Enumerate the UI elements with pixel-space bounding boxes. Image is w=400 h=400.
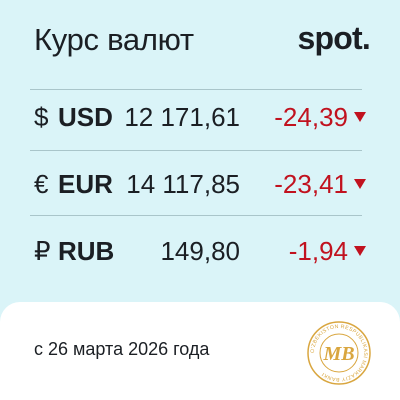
header: Курс валют spot. [0,0,400,90]
central-bank-seal-icon: O'ZBEKISTON RESPUBLIKASI MARKAZIY BANKI … [307,321,371,385]
exchange-rate: 149,80 [160,236,240,266]
logo-dot: . [361,20,371,56]
currency-code: USD [58,102,113,132]
currency-code: EUR [58,169,113,199]
rate-change: -24,39 [274,102,348,132]
effective-date: с 26 марта 2026 года [34,339,210,359]
exchange-rate: 12 171,61 [124,102,240,132]
rate-row-usd: $ USD 12 171,61 -24,39 [0,82,400,152]
logo-text: spot [297,20,363,56]
down-arrow-icon [354,179,366,189]
rate-change: -23,41 [274,169,348,199]
currency-symbol: € [34,169,49,199]
spot-logo: spot. [297,20,371,56]
down-arrow-icon [354,246,366,256]
rate-row-eur: € EUR 14 117,85 -23,41 [0,149,400,219]
seal-initials: MB [322,343,354,365]
rate-row-rub: ₽ RUB 149,80 -1,94 [0,216,400,286]
page-title: Курс валют [34,22,194,57]
rate-change: -1,94 [288,236,348,266]
exchange-rate: 14 117,85 [126,169,240,199]
currency-symbol: $ [34,102,49,132]
currency-symbol: ₽ [34,236,51,266]
footer-card: с 26 марта 2026 года O'ZBEKISTON RESPUBL… [0,302,400,400]
currency-code: RUB [58,236,115,266]
down-arrow-icon [354,112,366,122]
